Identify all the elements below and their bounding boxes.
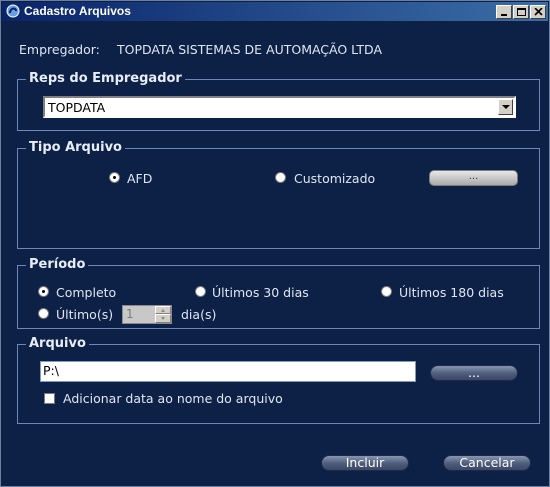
reps-combo-dropdown-button[interactable] (498, 99, 513, 115)
afd-radio[interactable] (109, 172, 120, 183)
reps-group-title: Reps do Empregador (26, 71, 185, 87)
ultimos-180-label: Últimos 180 dias (399, 285, 504, 300)
periodo-title: Período (26, 257, 89, 273)
ultimos-n-stepper[interactable]: 1 (122, 305, 172, 324)
dialog-window: Cadastro Arquivos Empregador: TOPDATA SI… (0, 0, 550, 487)
title-bar[interactable]: Cadastro Arquivos (2, 2, 548, 21)
reps-selected-value: TOPDATA (48, 100, 106, 115)
arquivo-path-value: P:\ (43, 363, 59, 378)
close-icon (534, 8, 543, 16)
minimize-button[interactable] (496, 5, 512, 19)
incluir-button[interactable]: Incluir (321, 455, 409, 471)
stepper-down-button[interactable] (155, 314, 171, 323)
stepper-buttons (155, 306, 171, 323)
add-date-checkbox[interactable] (44, 393, 55, 404)
add-date-label: Adicionar data ao nome do arquivo (63, 391, 283, 406)
reps-group: Reps do Empregador TOPDATA (17, 71, 540, 131)
customizado-radio[interactable] (275, 172, 286, 183)
completo-radio[interactable] (38, 286, 49, 297)
arquivo-group: Arquivo P:\ ... Adicionar data ao nome d… (17, 336, 540, 424)
arquivo-title: Arquivo (26, 336, 89, 352)
empregador-label: Empregador: (19, 42, 100, 57)
ultimos-30-radio[interactable] (195, 286, 206, 297)
ultimos-30-label: Últimos 30 dias (212, 285, 309, 300)
arquivo-path-input[interactable]: P:\ (40, 361, 416, 382)
afd-label: AFD (127, 171, 153, 186)
customizado-browse-button[interactable]: ... (429, 170, 518, 186)
dias-label: dia(s) (181, 307, 217, 322)
customizado-label: Customizado (294, 171, 376, 186)
cancelar-button[interactable]: Cancelar (443, 455, 531, 471)
arrow-down-icon (161, 317, 165, 320)
arrow-up-icon (161, 309, 165, 312)
app-icon (6, 4, 20, 18)
minimize-icon (501, 14, 507, 16)
window-title: Cadastro Arquivos (24, 4, 131, 18)
close-button[interactable] (530, 5, 546, 19)
ultimos-n-label: Último(s) (56, 307, 114, 322)
maximize-icon (517, 8, 526, 16)
reps-combo[interactable]: TOPDATA (43, 96, 516, 118)
periodo-group: Período Completo Últimos 30 dias Últimos… (17, 257, 540, 329)
ultimos-n-radio[interactable] (38, 308, 49, 319)
chevron-down-icon (502, 105, 510, 109)
empregador-value: TOPDATA SISTEMAS DE AUTOMAÇÃO LTDA (117, 42, 383, 57)
stepper-up-button[interactable] (155, 306, 171, 314)
completo-label: Completo (56, 285, 117, 300)
maximize-button[interactable] (513, 5, 529, 19)
tipo-arquivo-title: Tipo Arquivo (26, 140, 125, 156)
ultimos-n-value: 1 (126, 307, 134, 321)
tipo-arquivo-group: Tipo Arquivo AFD Customizado ... (17, 140, 540, 249)
ultimos-180-radio[interactable] (381, 286, 392, 297)
arquivo-browse-button[interactable]: ... (430, 365, 518, 381)
